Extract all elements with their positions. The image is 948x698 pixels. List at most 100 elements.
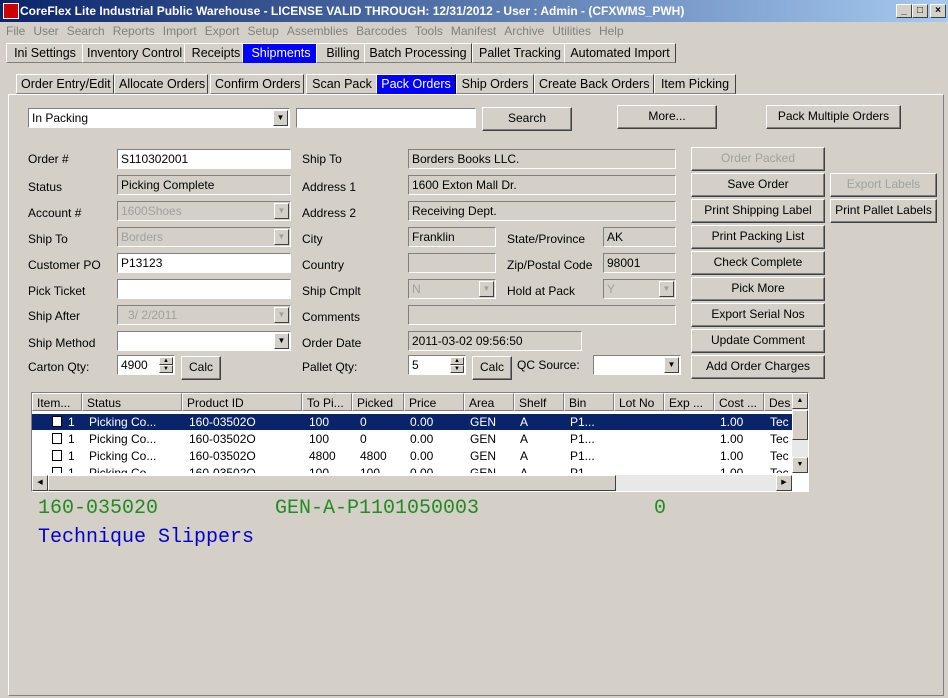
spinner-icon[interactable]: ▲ ▼	[450, 357, 464, 373]
pallet-qty-stepper[interactable]: 5 ▲ ▼	[408, 355, 466, 375]
spinner-icon[interactable]: ▲ ▼	[159, 357, 173, 373]
state-field: AK	[603, 227, 676, 247]
tab-ini-settings[interactable]: Ini Settings	[6, 43, 84, 63]
chevron-down-icon[interactable]: ▼	[273, 110, 288, 126]
tab-pallet-tracking[interactable]: Pallet Tracking	[472, 43, 568, 63]
col-cost[interactable]: Cost ...	[714, 393, 764, 411]
customer-po-field[interactable]: P13123	[117, 253, 291, 273]
print-pallet-labels-button[interactable]: Print Pallet Labels	[830, 199, 937, 223]
carton-qty-stepper[interactable]: 4900 ▲ ▼	[117, 355, 175, 375]
menu-archive[interactable]: Archive	[500, 22, 548, 38]
col-picked[interactable]: Picked	[352, 393, 404, 411]
menu-utilities[interactable]: Utilities	[548, 22, 595, 38]
scroll-left-icon[interactable]: ◀	[32, 475, 48, 491]
tab-shipments[interactable]: Shipments	[242, 43, 320, 63]
search-input[interactable]	[296, 108, 476, 128]
menu-setup[interactable]: Setup	[243, 22, 282, 38]
tab-create-back-orders[interactable]: Create Back Orders	[534, 74, 654, 94]
city-field: Franklin	[408, 227, 496, 247]
cell-price: 0.00	[410, 415, 434, 429]
export-labels-button[interactable]: Export Labels	[830, 173, 937, 197]
tab-item-picking[interactable]: Item Picking	[654, 74, 736, 94]
scroll-thumb[interactable]	[48, 475, 616, 491]
status-filter-select[interactable]: In Packing ▼	[28, 108, 290, 128]
tab-ship-orders[interactable]: Ship Orders	[456, 74, 534, 94]
tab-scan-pack[interactable]: Scan Pack	[306, 74, 378, 94]
col-area[interactable]: Area	[464, 393, 514, 411]
col-product-id[interactable]: Product ID	[182, 393, 302, 411]
detail-location: GEN-A-P1101050003	[275, 497, 480, 520]
comments-label: Comments	[302, 310, 361, 324]
carton-calc-button[interactable]: Calc	[181, 356, 221, 380]
col-lot-no[interactable]: Lot No	[614, 393, 664, 411]
save-order-button[interactable]: Save Order	[691, 173, 825, 197]
menu-manifest[interactable]: Manifest	[447, 22, 500, 38]
table-row[interactable]: 1 Picking Co... 160-03502O 100 100 0.00 …	[32, 465, 792, 473]
menu-barcodes[interactable]: Barcodes	[352, 22, 411, 38]
ship-to-code-label: Ship To	[28, 232, 68, 246]
cell-price: 0.00	[410, 466, 434, 473]
col-bin[interactable]: Bin	[564, 393, 614, 411]
menu-tools[interactable]: Tools	[411, 22, 447, 38]
menu-help[interactable]: Help	[595, 22, 628, 38]
pallet-calc-button[interactable]: Calc	[472, 356, 512, 380]
chevron-down-icon[interactable]: ▼	[664, 357, 679, 373]
menu-search[interactable]: Search	[63, 22, 109, 38]
order-number-field[interactable]: S110302001	[117, 149, 291, 169]
menu-import[interactable]: Import	[159, 22, 201, 38]
order-lines-grid[interactable]: Item... Status Product ID To Pi... Picke…	[31, 392, 809, 492]
maximize-button[interactable]: □	[912, 4, 928, 18]
scroll-right-icon[interactable]: ▶	[776, 475, 792, 491]
chevron-down-icon: ▼	[274, 203, 289, 219]
pack-multiple-orders-button[interactable]: Pack Multiple Orders	[766, 105, 901, 129]
tab-billing[interactable]: Billing	[316, 43, 370, 63]
pick-ticket-field[interactable]	[117, 279, 291, 299]
menu-reports[interactable]: Reports	[109, 22, 159, 38]
tab-allocate-orders[interactable]: Allocate Orders	[114, 74, 208, 94]
order-packed-button[interactable]: Order Packed	[691, 147, 825, 171]
tab-inventory-control[interactable]: Inventory Control	[82, 43, 186, 63]
menu-user[interactable]: User	[29, 22, 62, 38]
close-button[interactable]: ×	[930, 4, 946, 18]
minimize-button[interactable]: _	[896, 4, 912, 18]
menu-assemblies[interactable]: Assemblies	[283, 22, 352, 38]
cell-picked: 0	[360, 415, 367, 429]
scroll-thumb[interactable]	[792, 410, 808, 440]
cell-bin: P1...	[570, 415, 595, 429]
print-packing-list-button[interactable]: Print Packing List	[691, 225, 825, 249]
qc-source-select[interactable]: ▼	[593, 355, 681, 375]
export-serial-nos-button[interactable]: Export Serial Nos	[691, 303, 825, 327]
tab-automated-import[interactable]: Automated Import	[564, 43, 676, 63]
cell-description: Tec	[770, 466, 789, 473]
menu-export[interactable]: Export	[201, 22, 244, 38]
cell-product-id: 160-03502O	[189, 432, 256, 446]
scroll-down-icon[interactable]: ▼	[792, 457, 808, 473]
col-price[interactable]: Price	[404, 393, 464, 411]
print-shipping-label-button[interactable]: Print Shipping Label	[691, 199, 825, 223]
col-status[interactable]: Status	[82, 393, 182, 411]
customer-po-label: Customer PO	[28, 258, 101, 272]
tab-pack-orders[interactable]: Pack Orders	[376, 74, 456, 94]
add-order-charges-button[interactable]: Add Order Charges	[691, 355, 825, 379]
update-comment-button[interactable]: Update Comment	[691, 329, 825, 353]
col-shelf[interactable]: Shelf	[514, 393, 564, 411]
cell-item: 1	[68, 415, 75, 429]
tab-confirm-orders[interactable]: Confirm Orders	[210, 74, 304, 94]
search-button[interactable]: Search	[482, 107, 572, 131]
pick-more-button[interactable]: Pick More	[691, 277, 825, 301]
tab-batch-processing[interactable]: Batch Processing	[364, 43, 472, 63]
tab-receipts[interactable]: Receipts	[184, 43, 248, 63]
check-complete-button[interactable]: Check Complete	[691, 251, 825, 275]
scroll-up-icon[interactable]: ▲	[792, 393, 808, 409]
col-to-pick[interactable]: To Pi...	[302, 393, 352, 411]
col-item[interactable]: Item...	[32, 393, 82, 411]
menu-file[interactable]: File	[0, 22, 29, 38]
tab-order-entry[interactable]: Order Entry/Edit	[16, 74, 114, 94]
horizontal-scrollbar[interactable]: ◀ ▶	[32, 475, 792, 491]
app-icon[interactable]	[3, 3, 19, 19]
chevron-down-icon[interactable]: ▼	[274, 333, 289, 349]
ship-method-select[interactable]: ▼	[117, 331, 291, 351]
vertical-scrollbar[interactable]: ▲ ▼	[792, 393, 808, 473]
col-exp[interactable]: Exp ...	[664, 393, 714, 411]
more-button[interactable]: More...	[617, 105, 717, 129]
